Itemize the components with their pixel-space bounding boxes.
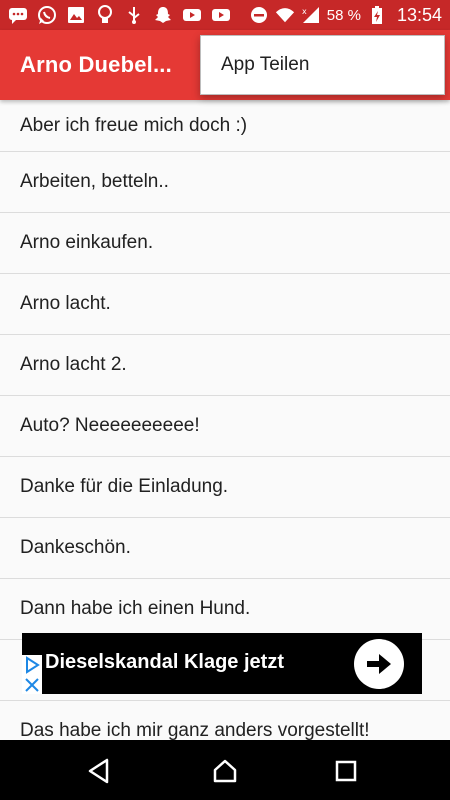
usb-icon [124,6,144,24]
list-item[interactable]: Auto? Neeeeeeeeee! [0,396,450,457]
menu-item-app-teilen[interactable]: App Teilen [221,54,309,76]
ad-banner[interactable]: Dieselskandal Klage jetzt [22,633,422,694]
list-item[interactable]: Arno lacht 2. [0,335,450,396]
arrow-right-icon [367,654,391,674]
list-item[interactable]: Aber ich freue mich doch :) [0,100,450,152]
battery-icon [367,6,387,24]
youtube-icon [182,6,202,24]
bulb-icon [95,5,115,24]
youtube-icon [211,6,231,24]
message-icon [8,6,28,24]
notification-icons [8,5,231,24]
signal-icon: x [301,6,321,24]
do-not-disturb-icon [249,6,269,24]
image-icon [66,6,86,24]
svg-text:x: x [302,7,307,16]
snapchat-icon [153,6,173,24]
recents-button[interactable] [333,758,359,784]
list-item[interactable]: Danke für die Einladung. [0,457,450,518]
recents-square-icon [335,760,357,782]
whatsapp-icon [37,6,57,24]
list-item[interactable]: Arno lacht. [0,274,450,335]
wifi-icon [275,6,295,24]
status-bar: x 58 % 13:54 [0,0,450,30]
back-triangle-icon [88,758,109,784]
close-ad-icon[interactable] [25,678,39,692]
system-icons: x 58 % 13:54 [249,5,442,26]
clock: 13:54 [396,4,442,25]
ad-arrow-button[interactable] [354,639,404,689]
home-button[interactable] [212,758,238,784]
navigation-bar [0,740,450,800]
list-item[interactable]: Arbeiten, betteln.. [0,152,450,213]
ad-badges [22,655,42,694]
app-title: Arno Duebel... [20,52,172,77]
list-item[interactable]: Arno einkaufen. [0,213,450,274]
adchoices-icon[interactable] [26,656,40,674]
battery-percent: 58 % [326,6,361,24]
ad-headline: Dieselskandal Klage jetzt [45,651,284,673]
overflow-menu: App Teilen [200,35,445,95]
home-icon [213,759,237,783]
back-button[interactable] [86,758,112,784]
list-item[interactable]: Dankeschön. [0,518,450,579]
list-item[interactable]: Dann habe ich einen Hund. [0,579,450,640]
